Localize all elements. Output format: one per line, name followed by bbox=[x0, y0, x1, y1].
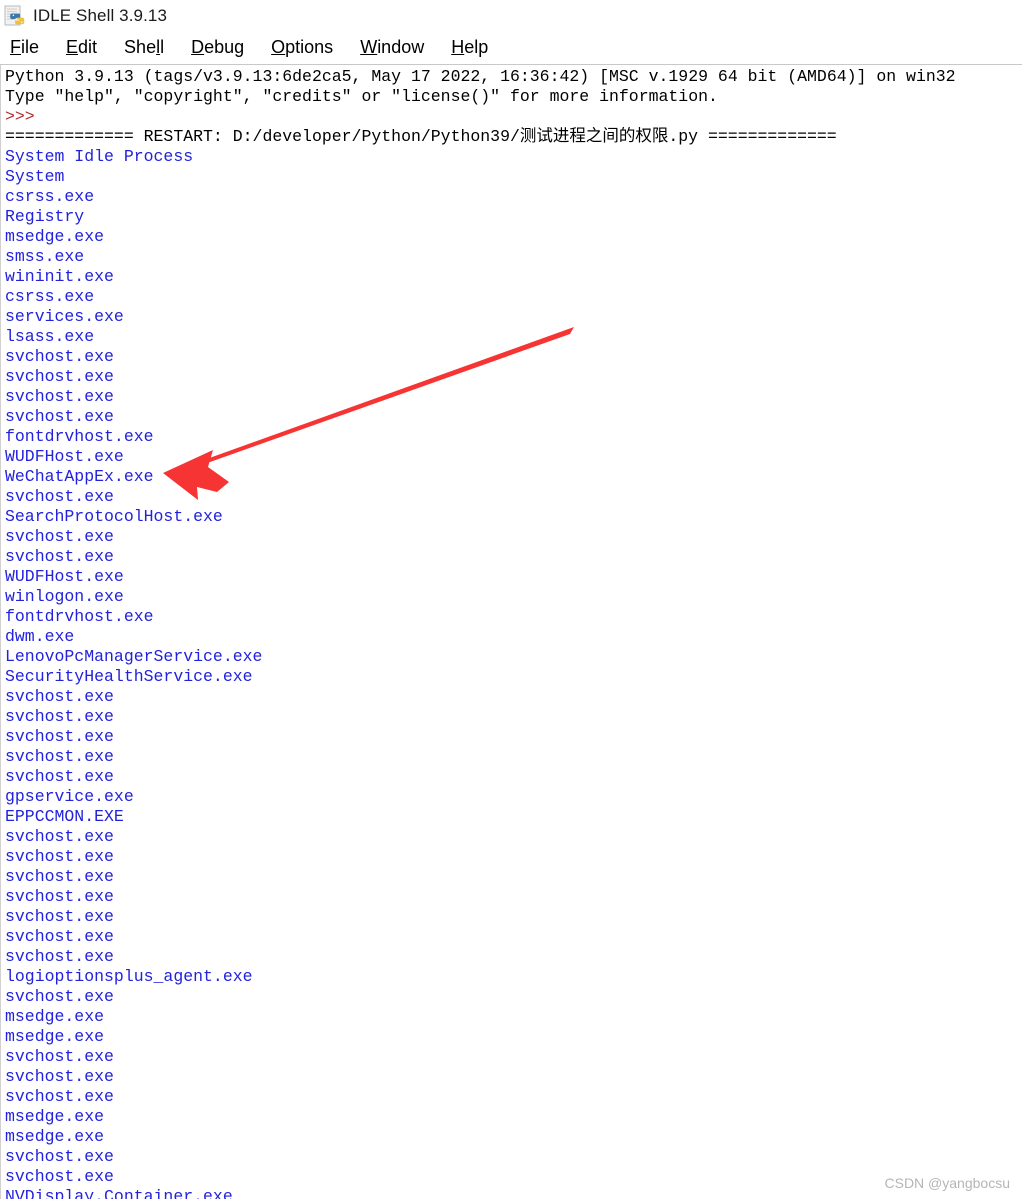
process-line-14: fontdrvhost.exe bbox=[5, 427, 154, 446]
process-line-5: smss.exe bbox=[5, 247, 85, 266]
process-line-31: svchost.exe bbox=[5, 767, 114, 786]
process-line-8: services.exe bbox=[5, 307, 124, 326]
menu-item-help[interactable]: Help bbox=[451, 37, 488, 58]
process-line-50: svchost.exe bbox=[5, 1147, 114, 1166]
process-line-49: msedge.exe bbox=[5, 1127, 105, 1146]
process-line-29: svchost.exe bbox=[5, 727, 114, 746]
process-line-44: msedge.exe bbox=[5, 1027, 105, 1046]
process-line-1: System bbox=[5, 167, 65, 186]
menu-item-options[interactable]: Options bbox=[271, 37, 333, 58]
restart-separator: ============= RESTART: D:/developer/Pyth… bbox=[5, 127, 837, 146]
process-line-25: LenovoPcManagerService.exe bbox=[5, 647, 263, 666]
process-line-48: msedge.exe bbox=[5, 1107, 105, 1126]
title-bar: IDLE Shell 3.9.13 bbox=[0, 0, 1022, 31]
process-line-38: svchost.exe bbox=[5, 907, 114, 926]
csdn-watermark: CSDN @yangbocsu bbox=[884, 1175, 1011, 1191]
menu-item-shell[interactable]: Shell bbox=[124, 37, 164, 58]
process-line-4: msedge.exe bbox=[5, 227, 105, 246]
process-line-34: svchost.exe bbox=[5, 827, 114, 846]
menu-item-window[interactable]: Window bbox=[360, 37, 424, 58]
process-line-6: wininit.exe bbox=[5, 267, 114, 286]
menu-item-edit[interactable]: Edit bbox=[66, 37, 97, 58]
shell-output-area[interactable]: Python 3.9.13 (tags/v3.9.13:6de2ca5, May… bbox=[0, 65, 1022, 1199]
process-line-20: svchost.exe bbox=[5, 547, 114, 566]
process-line-12: svchost.exe bbox=[5, 387, 114, 406]
process-line-9: lsass.exe bbox=[5, 327, 95, 346]
process-line-33: EPPCCMON.EXE bbox=[5, 807, 124, 826]
process-line-32: gpservice.exe bbox=[5, 787, 134, 806]
process-line-2: csrss.exe bbox=[5, 187, 95, 206]
process-line-21: WUDFHost.exe bbox=[5, 567, 124, 586]
process-line-46: svchost.exe bbox=[5, 1067, 114, 1086]
process-line-3: Registry bbox=[5, 207, 85, 226]
python-idle-icon bbox=[4, 5, 26, 27]
banner-line-0: Python 3.9.13 (tags/v3.9.13:6de2ca5, May… bbox=[5, 67, 956, 86]
process-line-7: csrss.exe bbox=[5, 287, 95, 306]
process-line-47: svchost.exe bbox=[5, 1087, 114, 1106]
process-line-36: svchost.exe bbox=[5, 867, 114, 886]
process-line-39: svchost.exe bbox=[5, 927, 114, 946]
process-line-17: svchost.exe bbox=[5, 487, 114, 506]
process-line-27: svchost.exe bbox=[5, 687, 114, 706]
process-line-23: fontdrvhost.exe bbox=[5, 607, 154, 626]
process-line-11: svchost.exe bbox=[5, 367, 114, 386]
menu-item-debug[interactable]: Debug bbox=[191, 37, 244, 58]
process-line-45: svchost.exe bbox=[5, 1047, 114, 1066]
process-line-41: logioptionsplus_agent.exe bbox=[5, 967, 253, 986]
menu-bar: File Edit Shell Debug Options Window Hel… bbox=[0, 31, 1022, 64]
process-line-51: svchost.exe bbox=[5, 1167, 114, 1186]
shell-prompt: >>> bbox=[5, 107, 35, 126]
process-line-16: WeChatAppEx.exe bbox=[5, 467, 154, 486]
process-line-18: SearchProtocolHost.exe bbox=[5, 507, 223, 526]
process-line-24: dwm.exe bbox=[5, 627, 75, 646]
process-line-30: svchost.exe bbox=[5, 747, 114, 766]
window-title: IDLE Shell 3.9.13 bbox=[33, 5, 168, 25]
process-line-15: WUDFHost.exe bbox=[5, 447, 124, 466]
process-line-40: svchost.exe bbox=[5, 947, 114, 966]
process-line-37: svchost.exe bbox=[5, 887, 114, 906]
process-line-13: svchost.exe bbox=[5, 407, 114, 426]
menu-item-file[interactable]: File bbox=[10, 37, 39, 58]
process-line-10: svchost.exe bbox=[5, 347, 114, 366]
process-line-35: svchost.exe bbox=[5, 847, 114, 866]
process-line-52: NVDisplay.Container.exe bbox=[5, 1187, 233, 1199]
process-line-28: svchost.exe bbox=[5, 707, 114, 726]
process-line-43: msedge.exe bbox=[5, 1007, 105, 1026]
banner-line-1: Type "help", "copyright", "credits" or "… bbox=[5, 87, 718, 106]
process-line-0: System Idle Process bbox=[5, 147, 194, 166]
process-line-26: SecurityHealthService.exe bbox=[5, 667, 253, 686]
process-line-22: winlogon.exe bbox=[5, 587, 124, 606]
process-line-42: svchost.exe bbox=[5, 987, 114, 1006]
process-line-19: svchost.exe bbox=[5, 527, 114, 546]
